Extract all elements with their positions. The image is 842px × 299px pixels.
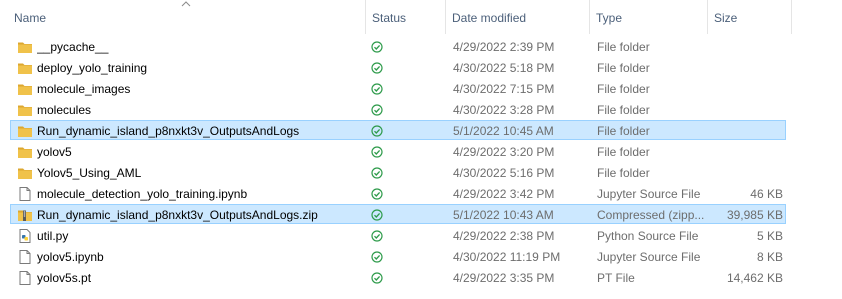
- sync-ok-icon: [371, 251, 385, 263]
- document-icon: [17, 249, 33, 265]
- sync-ok-icon: [371, 188, 385, 200]
- folder-icon: [17, 60, 33, 76]
- file-name: deploy_yolo_training: [37, 61, 148, 75]
- column-header-status-label: Status: [372, 11, 407, 25]
- file-name: __pycache__: [37, 40, 109, 54]
- file-row[interactable]: molecules 4/30/2022 3:28 PM File folder: [10, 99, 786, 119]
- sync-ok-icon: [371, 146, 385, 158]
- file-row[interactable]: Run_dynamic_island_p8nxkt3v_OutputsAndLo…: [10, 204, 786, 224]
- file-size: [711, 163, 783, 182]
- column-header-bar: Name Status Date modified Type Size: [0, 0, 792, 34]
- file-row[interactable]: yolov5 4/29/2022 3:20 PM File folder: [10, 141, 786, 161]
- file-date-modified: 4/30/2022 3:28 PM: [453, 103, 555, 117]
- python-file-icon: [17, 228, 33, 244]
- folder-icon: [17, 39, 33, 55]
- file-name: util.py: [37, 229, 69, 243]
- file-date-modified: 4/30/2022 7:15 PM: [453, 82, 555, 96]
- sync-ok-icon: [371, 209, 385, 221]
- file-name: yolov5.ipynb: [37, 250, 104, 264]
- file-size: [711, 100, 783, 119]
- column-header-size[interactable]: Size: [708, 0, 792, 34]
- file-name: yolov5s.pt: [37, 271, 92, 285]
- file-name: molecules: [37, 103, 92, 117]
- file-date-modified: 4/29/2022 3:20 PM: [453, 145, 555, 159]
- sync-ok-icon: [371, 125, 385, 137]
- document-icon: [17, 270, 33, 286]
- file-row[interactable]: Yolov5_Using_AML 4/30/2022 5:16 PM File …: [10, 162, 786, 182]
- sync-ok-icon: [371, 104, 385, 116]
- file-type: File folder: [597, 124, 650, 138]
- folder-icon: [17, 165, 33, 181]
- file-type: Jupyter Source File: [597, 250, 701, 264]
- column-header-type-label: Type: [596, 11, 623, 25]
- file-date-modified: 4/30/2022 11:19 PM: [453, 250, 561, 264]
- file-type: File folder: [597, 82, 650, 96]
- file-type: File folder: [597, 166, 650, 180]
- column-header-type[interactable]: Type: [590, 0, 708, 34]
- file-row[interactable]: molecule_images 4/30/2022 7:15 PM File f…: [10, 78, 786, 98]
- file-row[interactable]: util.py 4/29/2022 2:38 PM Python Source …: [10, 225, 786, 245]
- file-name: yolov5: [37, 145, 72, 159]
- file-type: File folder: [597, 103, 650, 117]
- file-row[interactable]: yolov5.ipynb 4/30/2022 11:19 PM Jupyter …: [10, 246, 786, 266]
- file-size: [711, 142, 783, 161]
- sync-ok-icon: [371, 167, 385, 179]
- file-size: 39,985 KB: [726, 208, 783, 222]
- file-name: molecule_detection_yolo_training.ipynb: [37, 187, 248, 201]
- file-type: Compressed (zipp...: [597, 208, 705, 222]
- file-date-modified: 4/29/2022 2:38 PM: [453, 229, 555, 243]
- file-date-modified: 5/1/2022 10:43 AM: [453, 208, 554, 222]
- file-name: Yolov5_Using_AML: [37, 166, 142, 180]
- file-name: Run_dynamic_island_p8nxkt3v_OutputsAndLo…: [37, 124, 300, 138]
- column-header-status[interactable]: Status: [366, 0, 446, 34]
- file-size: [711, 37, 783, 56]
- file-size: 8 KB: [756, 250, 783, 264]
- file-type: Jupyter Source File: [597, 187, 701, 201]
- file-type: File folder: [597, 145, 650, 159]
- sync-ok-icon: [371, 230, 385, 242]
- file-date-modified: 5/1/2022 10:45 AM: [453, 124, 554, 138]
- zip-icon: [17, 207, 33, 223]
- column-header-date-modified[interactable]: Date modified: [446, 0, 590, 34]
- file-size: [711, 79, 783, 98]
- file-name: molecule_images: [37, 82, 131, 96]
- file-date-modified: 4/29/2022 3:35 PM: [453, 271, 555, 285]
- file-size: [711, 121, 783, 140]
- sync-ok-icon: [371, 272, 385, 284]
- folder-icon: [17, 102, 33, 118]
- file-size: 14,462 KB: [726, 271, 783, 285]
- file-type: Python Source File: [597, 229, 699, 243]
- file-size: 46 KB: [750, 187, 783, 201]
- chevron-up-icon: [180, 0, 192, 8]
- file-row[interactable]: molecule_detection_yolo_training.ipynb 4…: [10, 183, 786, 203]
- file-row[interactable]: deploy_yolo_training 4/30/2022 5:18 PM F…: [10, 57, 786, 77]
- file-explorer-view: Name Status Date modified Type Size __py…: [0, 0, 842, 299]
- file-size: [711, 58, 783, 77]
- file-date-modified: 4/29/2022 3:42 PM: [453, 187, 555, 201]
- folder-icon: [17, 123, 33, 139]
- document-icon: [17, 186, 33, 202]
- folder-icon: [17, 144, 33, 160]
- file-name: Run_dynamic_island_p8nxkt3v_OutputsAndLo…: [37, 208, 318, 222]
- file-row[interactable]: yolov5s.pt 4/29/2022 3:35 PM PT File 14,…: [10, 267, 786, 287]
- sync-ok-icon: [371, 62, 385, 74]
- file-date-modified: 4/30/2022 5:18 PM: [453, 61, 555, 75]
- file-date-modified: 4/29/2022 2:39 PM: [453, 40, 555, 54]
- file-row[interactable]: Run_dynamic_island_p8nxkt3v_OutputsAndLo…: [10, 120, 786, 140]
- sync-ok-icon: [371, 41, 385, 53]
- file-type: File folder: [597, 61, 650, 75]
- file-date-modified: 4/30/2022 5:16 PM: [453, 166, 555, 180]
- column-header-size-label: Size: [714, 11, 738, 25]
- file-type: File folder: [597, 40, 650, 54]
- folder-icon: [17, 81, 33, 97]
- file-type: PT File: [597, 271, 635, 285]
- column-header-name-label: Name: [14, 11, 47, 25]
- file-row[interactable]: __pycache__ 4/29/2022 2:39 PM File folde…: [10, 36, 786, 56]
- sync-ok-icon: [371, 83, 385, 95]
- column-header-date-label: Date modified: [452, 11, 527, 25]
- file-size: 5 KB: [756, 229, 783, 243]
